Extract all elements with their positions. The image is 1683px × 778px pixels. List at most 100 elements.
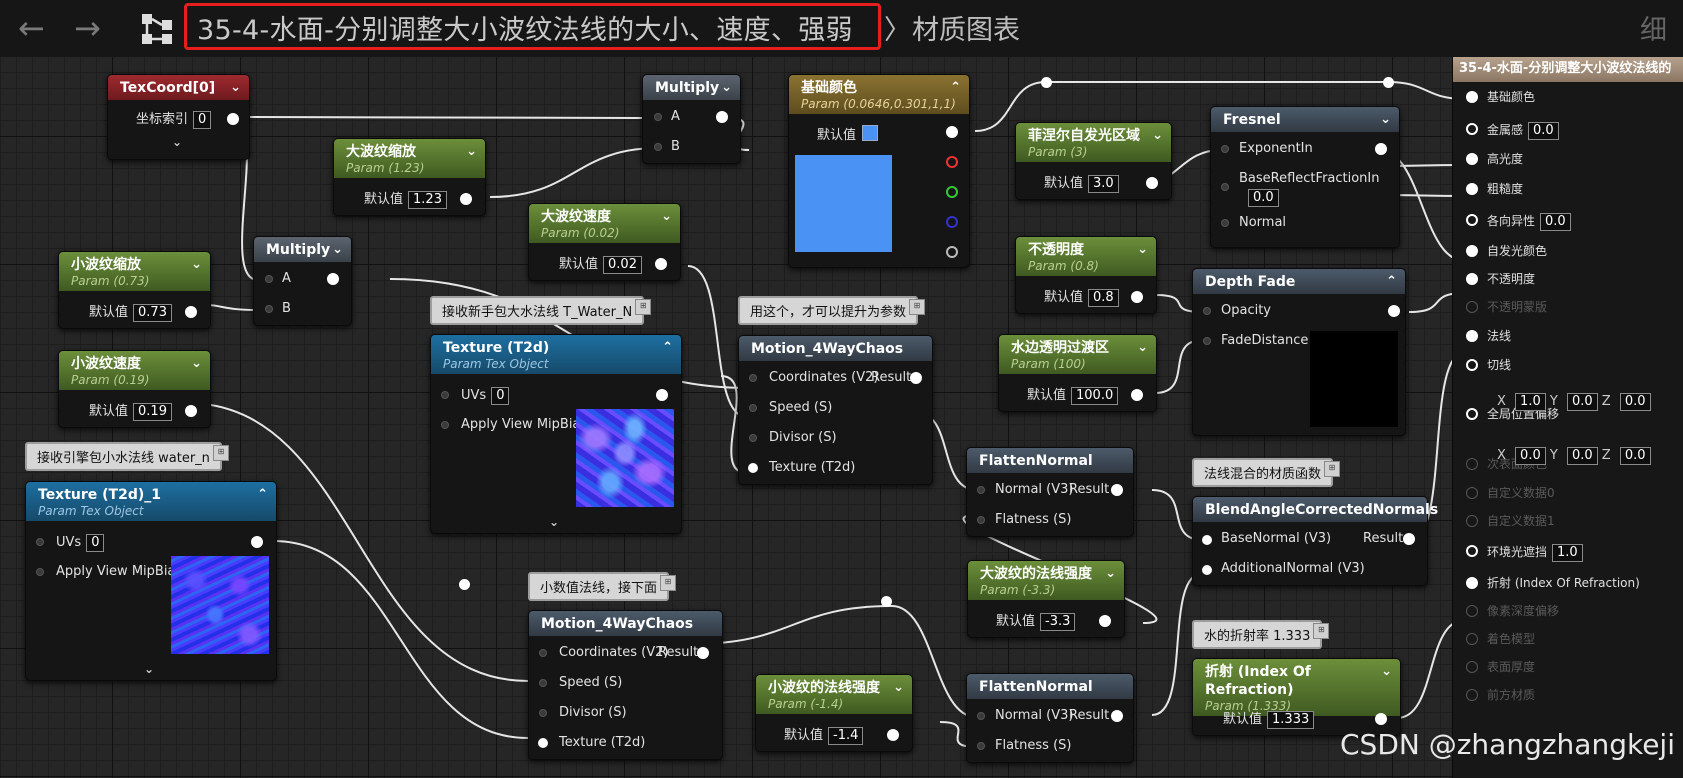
input-pin[interactable] (1203, 337, 1211, 345)
result-input-pin[interactable] (1466, 577, 1478, 589)
value-field[interactable]: 0.8 (1088, 289, 1119, 307)
param-big-normal-strength[interactable]: 大波纹的法线强度 Param (-3.3) ⌄ 默认值 -3.3 (967, 560, 1125, 638)
comment-blend-function[interactable]: 法线混合的材质函数 ⊞ (1192, 458, 1341, 487)
result-input-pin[interactable] (1466, 214, 1478, 226)
output-pin[interactable] (327, 273, 339, 285)
input-pin[interactable] (538, 738, 548, 748)
chevron-up-icon[interactable]: ⌃ (662, 339, 673, 357)
value-field[interactable]: 3.0 (1088, 175, 1119, 193)
output-pin[interactable] (1111, 710, 1123, 722)
depth-fade-node[interactable]: Depth Fade ⌃ Opacity FadeDistance (1192, 268, 1406, 436)
result-pin-row[interactable]: 自定义数据0 (1466, 486, 1555, 500)
value-field[interactable]: 100.0 (1071, 387, 1119, 405)
result-input-pin[interactable] (1466, 605, 1478, 617)
chevron-up-icon[interactable]: ⌃ (257, 486, 268, 504)
result-pin-row[interactable]: 切线 (1466, 358, 1511, 372)
chevron-up-icon[interactable]: ⌃ (950, 79, 961, 97)
result-input-pin[interactable] (1466, 689, 1478, 701)
comment-engine-water-normal[interactable]: 接收引擎包小水法线 water_n ⊞ (25, 442, 229, 471)
color-swatch[interactable] (862, 125, 879, 141)
comment-small-normal[interactable]: 小数值法线，接下面 ⊞ (528, 572, 677, 601)
motion-4way-chaos-node-top[interactable]: Motion_4WayChaos Coordinates (V2) Result… (738, 335, 933, 485)
chevron-down-icon[interactable]: ⌄ (1105, 565, 1116, 583)
graph-title[interactable]: 35-4-水面-分别调整大小波纹法线的大小、速度、强弱 (197, 8, 853, 47)
result-pin-row[interactable]: 表面厚度 (1466, 660, 1535, 674)
uvs-field[interactable]: 0 (86, 534, 105, 552)
multiply-node-mid[interactable]: Multiply ⌄ A B (253, 236, 352, 326)
result-pin-row[interactable]: 高光度 (1466, 152, 1523, 166)
tangent-y-field[interactable]: 0.0 (1566, 393, 1598, 411)
param-base-color[interactable]: 基础颜色 Param (0.0646,0.301,1,1) ⌃ 默认值 (788, 74, 970, 268)
wpo-y-field[interactable]: 0.0 (1566, 447, 1598, 465)
pin-icon[interactable]: ⊞ (1313, 623, 1330, 639)
input-pin[interactable] (977, 486, 985, 494)
result-input-pin[interactable] (1466, 515, 1478, 527)
output-pin[interactable] (716, 111, 728, 123)
output-pin[interactable] (227, 113, 239, 125)
result-pin-row[interactable]: 自发光颜色 (1466, 244, 1547, 258)
output-pin[interactable] (1375, 713, 1387, 725)
result-pin-row[interactable]: 前方材质 (1466, 688, 1535, 702)
chevron-down-icon[interactable]: ⌄ (332, 241, 343, 259)
material-result-node[interactable]: 35-4-水面-分别调整大小波纹法线的 基础颜色 金属感 0.0 高光度 粗糙度 各向异性… (1452, 56, 1683, 778)
input-pin[interactable] (977, 712, 985, 720)
chevron-down-icon[interactable]: ⌄ (893, 679, 904, 697)
comment-new-water-normal[interactable]: 接收新手包大水法线 T_Water_N ⊞ (430, 296, 652, 325)
expand-arrow-icon[interactable]: ⌄ (549, 515, 559, 529)
input-pin[interactable] (749, 404, 757, 412)
input-pin[interactable] (1203, 307, 1211, 315)
uvs-field[interactable]: 0 (491, 387, 510, 405)
flatten-normal-node-top[interactable]: FlattenNormal Normal (V3) Result Flatnes… (966, 447, 1134, 537)
result-input-pin[interactable] (1466, 408, 1478, 420)
input-pin[interactable] (748, 463, 758, 473)
input-pin[interactable] (539, 679, 547, 687)
forward-arrow-icon[interactable]: → (74, 8, 101, 48)
chevron-down-icon[interactable]: ⌄ (1381, 663, 1392, 681)
coordinate-index-field[interactable]: 0 (193, 111, 212, 129)
output-pin[interactable] (655, 258, 667, 270)
tangent-x-field[interactable]: 1.0 (1515, 393, 1546, 411)
rgba-output-pin[interactable] (946, 126, 958, 138)
input-pin[interactable] (749, 374, 757, 382)
output-pin[interactable] (1099, 615, 1111, 627)
result-input-pin[interactable] (1466, 487, 1478, 499)
result-pin-value-field[interactable]: 1.0 (1552, 544, 1583, 562)
back-arrow-icon[interactable]: ← (18, 8, 45, 48)
param-small-ripple-speed[interactable]: 小波纹速度 Param (0.19) ⌄ 默认值 0.19 (58, 350, 211, 428)
value-field[interactable]: -1.4 (828, 727, 864, 745)
reroute-node[interactable] (1041, 77, 1052, 88)
expand-arrow-icon[interactable]: ⌄ (172, 135, 182, 149)
texture-object-node[interactable]: Texture (T2d) Param Tex Object ⌃ UVs 0 Appl… (430, 334, 682, 534)
chevron-down-icon[interactable]: ⌄ (1380, 111, 1391, 129)
result-pin-row[interactable]: 基础颜色 (1466, 90, 1535, 104)
result-pin-row[interactable]: 粗糙度 (1466, 182, 1523, 196)
fresnel-node[interactable]: Fresnel ⌄ ExponentIn BaseReflectFractionI… (1210, 106, 1400, 248)
result-input-pin[interactable] (1466, 301, 1478, 313)
output-pin[interactable] (1146, 177, 1158, 189)
input-pin[interactable] (1221, 219, 1229, 227)
value-field[interactable]: 0.19 (133, 403, 172, 421)
value-field[interactable]: 1.333 (1267, 711, 1315, 729)
tangent-z-field[interactable]: 0.0 (1619, 393, 1651, 411)
chevron-down-icon[interactable]: ⌄ (1137, 339, 1148, 357)
param-big-ripple-scale[interactable]: 大波纹缩放 Param (1.23) ⌄ 默认值 1.23 (333, 138, 486, 216)
chevron-down-icon[interactable]: ⌄ (191, 256, 202, 274)
wpo-x-field[interactable]: 0.0 (1515, 447, 1546, 465)
pin-icon[interactable]: ⊞ (909, 299, 926, 315)
result-pin-row[interactable]: 自定义数据1 (1466, 514, 1555, 528)
output-pin[interactable] (1131, 291, 1143, 303)
reroute-node[interactable] (1383, 77, 1394, 88)
input-pin[interactable] (749, 434, 757, 442)
texture-object-node-1[interactable]: Texture (T2d)_1 Param Tex Object ⌃ UVs 0 Ap… (25, 481, 277, 681)
input-pin[interactable] (977, 742, 985, 750)
chevron-down-icon[interactable]: ⌄ (1152, 127, 1163, 145)
pin-icon[interactable]: ⊞ (660, 575, 677, 591)
result-input-pin[interactable] (1466, 245, 1478, 257)
multiply-node-top[interactable]: Multiply ⌄ A B (642, 74, 741, 164)
output-pin[interactable] (1375, 143, 1387, 155)
input-pin[interactable] (539, 649, 547, 657)
result-pin-value-field[interactable]: 0.0 (1540, 213, 1571, 231)
reroute-node[interactable] (881, 596, 892, 607)
flatten-normal-node-bottom[interactable]: FlattenNormal Normal (V3) Result Flatnes… (966, 673, 1134, 763)
input-pin[interactable] (1221, 145, 1229, 153)
